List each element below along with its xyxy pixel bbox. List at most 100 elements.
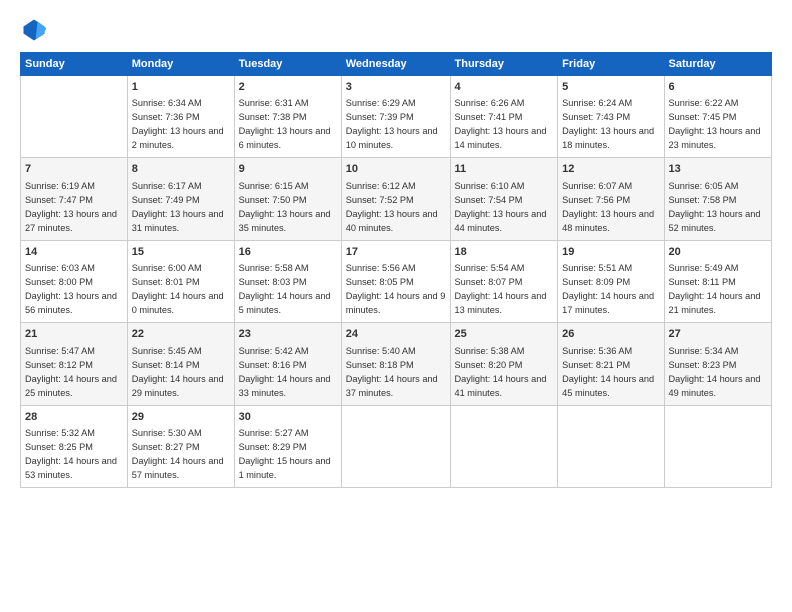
day-cell: 8 Sunrise: 6:17 AMSunset: 7:49 PMDaylight… <box>127 158 234 240</box>
day-cell: 28 Sunrise: 5:32 AMSunset: 8:25 PMDayligh… <box>21 405 128 487</box>
day-info: Sunrise: 6:05 AMSunset: 7:58 PMDaylight:… <box>669 181 761 233</box>
day-cell: 14 Sunrise: 6:03 AMSunset: 8:00 PMDayligh… <box>21 240 128 322</box>
day-cell: 9 Sunrise: 6:15 AMSunset: 7:50 PMDaylight… <box>234 158 341 240</box>
header-row: SundayMondayTuesdayWednesdayThursdayFrid… <box>21 53 772 76</box>
day-number: 5 <box>562 80 659 95</box>
day-info: Sunrise: 6:31 AMSunset: 7:38 PMDaylight:… <box>239 98 331 150</box>
day-cell: 22 Sunrise: 5:45 AMSunset: 8:14 PMDayligh… <box>127 323 234 405</box>
day-info: Sunrise: 5:45 AMSunset: 8:14 PMDaylight:… <box>132 346 224 398</box>
day-number: 10 <box>346 162 446 177</box>
day-cell: 15 Sunrise: 6:00 AMSunset: 8:01 PMDayligh… <box>127 240 234 322</box>
day-cell: 27Sunrise: 5:34 AMSunset: 8:23 PMDayligh… <box>664 323 772 405</box>
day-info: Sunrise: 6:22 AMSunset: 7:45 PMDaylight:… <box>669 98 761 150</box>
day-cell: 6Sunrise: 6:22 AMSunset: 7:45 PMDaylight… <box>664 76 772 158</box>
day-number: 4 <box>455 80 554 95</box>
day-number: 26 <box>562 327 659 342</box>
day-cell: 5 Sunrise: 6:24 AMSunset: 7:43 PMDaylight… <box>558 76 664 158</box>
day-info: Sunrise: 6:24 AMSunset: 7:43 PMDaylight:… <box>562 98 654 150</box>
header-cell-monday: Monday <box>127 53 234 76</box>
week-row-2: 7 Sunrise: 6:19 AMSunset: 7:47 PMDaylight… <box>21 158 772 240</box>
day-info: Sunrise: 5:36 AMSunset: 8:21 PMDaylight:… <box>562 346 654 398</box>
day-info: Sunrise: 6:34 AMSunset: 7:36 PMDaylight:… <box>132 98 224 150</box>
header-cell-friday: Friday <box>558 53 664 76</box>
day-info: Sunrise: 6:19 AMSunset: 7:47 PMDaylight:… <box>25 181 117 233</box>
day-number: 17 <box>346 245 446 260</box>
day-cell: 17 Sunrise: 5:56 AMSunset: 8:05 PMDayligh… <box>341 240 450 322</box>
day-info: Sunrise: 6:00 AMSunset: 8:01 PMDaylight:… <box>132 263 224 315</box>
day-cell: 10 Sunrise: 6:12 AMSunset: 7:52 PMDayligh… <box>341 158 450 240</box>
day-number: 24 <box>346 327 446 342</box>
day-cell: 20Sunrise: 5:49 AMSunset: 8:11 PMDayligh… <box>664 240 772 322</box>
day-info: Sunrise: 5:27 AMSunset: 8:29 PMDaylight:… <box>239 428 331 480</box>
day-cell: 1 Sunrise: 6:34 AMSunset: 7:36 PMDaylight… <box>127 76 234 158</box>
header-cell-tuesday: Tuesday <box>234 53 341 76</box>
day-cell <box>21 76 128 158</box>
day-number: 8 <box>132 162 230 177</box>
day-info: Sunrise: 6:29 AMSunset: 7:39 PMDaylight:… <box>346 98 438 150</box>
day-cell: 18 Sunrise: 5:54 AMSunset: 8:07 PMDayligh… <box>450 240 558 322</box>
day-cell: 25 Sunrise: 5:38 AMSunset: 8:20 PMDayligh… <box>450 323 558 405</box>
day-cell: 23 Sunrise: 5:42 AMSunset: 8:16 PMDayligh… <box>234 323 341 405</box>
day-info: Sunrise: 5:54 AMSunset: 8:07 PMDaylight:… <box>455 263 547 315</box>
day-info: Sunrise: 5:40 AMSunset: 8:18 PMDaylight:… <box>346 346 438 398</box>
day-info: Sunrise: 5:47 AMSunset: 8:12 PMDaylight:… <box>25 346 117 398</box>
day-info: Sunrise: 6:17 AMSunset: 7:49 PMDaylight:… <box>132 181 224 233</box>
day-cell: 11 Sunrise: 6:10 AMSunset: 7:54 PMDayligh… <box>450 158 558 240</box>
day-cell: 26 Sunrise: 5:36 AMSunset: 8:21 PMDayligh… <box>558 323 664 405</box>
day-number: 20 <box>669 245 768 260</box>
day-cell: 4Sunrise: 6:26 AMSunset: 7:41 PMDaylight… <box>450 76 558 158</box>
day-cell: 30 Sunrise: 5:27 AMSunset: 8:29 PMDayligh… <box>234 405 341 487</box>
day-cell: 29Sunrise: 5:30 AMSunset: 8:27 PMDayligh… <box>127 405 234 487</box>
day-info: Sunrise: 6:12 AMSunset: 7:52 PMDaylight:… <box>346 181 438 233</box>
logo <box>20 16 52 44</box>
day-number: 27 <box>669 327 768 342</box>
day-number: 28 <box>25 410 123 425</box>
calendar-table: SundayMondayTuesdayWednesdayThursdayFrid… <box>20 52 772 488</box>
day-number: 7 <box>25 162 123 177</box>
day-info: Sunrise: 5:56 AMSunset: 8:05 PMDaylight:… <box>346 263 446 315</box>
day-number: 22 <box>132 327 230 342</box>
day-number: 25 <box>455 327 554 342</box>
day-info: Sunrise: 5:51 AMSunset: 8:09 PMDaylight:… <box>562 263 654 315</box>
day-info: Sunrise: 5:58 AMSunset: 8:03 PMDaylight:… <box>239 263 331 315</box>
day-info: Sunrise: 6:03 AMSunset: 8:00 PMDaylight:… <box>25 263 117 315</box>
day-number: 30 <box>239 410 337 425</box>
day-number: 1 <box>132 80 230 95</box>
day-info: Sunrise: 6:07 AMSunset: 7:56 PMDaylight:… <box>562 181 654 233</box>
day-cell: 2 Sunrise: 6:31 AMSunset: 7:38 PMDaylight… <box>234 76 341 158</box>
day-number: 23 <box>239 327 337 342</box>
day-info: Sunrise: 6:10 AMSunset: 7:54 PMDaylight:… <box>455 181 547 233</box>
header-cell-thursday: Thursday <box>450 53 558 76</box>
day-number: 12 <box>562 162 659 177</box>
week-row-4: 21Sunrise: 5:47 AMSunset: 8:12 PMDayligh… <box>21 323 772 405</box>
day-info: Sunrise: 5:30 AMSunset: 8:27 PMDaylight:… <box>132 428 224 480</box>
day-number: 11 <box>455 162 554 177</box>
day-info: Sunrise: 5:42 AMSunset: 8:16 PMDaylight:… <box>239 346 331 398</box>
day-cell: 16Sunrise: 5:58 AMSunset: 8:03 PMDayligh… <box>234 240 341 322</box>
logo-icon <box>20 16 48 44</box>
day-cell: 13 Sunrise: 6:05 AMSunset: 7:58 PMDayligh… <box>664 158 772 240</box>
day-cell: 12 Sunrise: 6:07 AMSunset: 7:56 PMDayligh… <box>558 158 664 240</box>
header <box>20 16 772 44</box>
day-cell <box>341 405 450 487</box>
header-cell-sunday: Sunday <box>21 53 128 76</box>
day-cell <box>664 405 772 487</box>
day-cell: 24 Sunrise: 5:40 AMSunset: 8:18 PMDayligh… <box>341 323 450 405</box>
day-number: 18 <box>455 245 554 260</box>
day-cell: 21Sunrise: 5:47 AMSunset: 8:12 PMDayligh… <box>21 323 128 405</box>
week-row-3: 14 Sunrise: 6:03 AMSunset: 8:00 PMDayligh… <box>21 240 772 322</box>
week-row-1: 1 Sunrise: 6:34 AMSunset: 7:36 PMDaylight… <box>21 76 772 158</box>
day-number: 14 <box>25 245 123 260</box>
day-cell: 3 Sunrise: 6:29 AMSunset: 7:39 PMDaylight… <box>341 76 450 158</box>
day-number: 9 <box>239 162 337 177</box>
day-number: 2 <box>239 80 337 95</box>
day-cell: 19Sunrise: 5:51 AMSunset: 8:09 PMDayligh… <box>558 240 664 322</box>
day-info: Sunrise: 6:15 AMSunset: 7:50 PMDaylight:… <box>239 181 331 233</box>
day-number: 3 <box>346 80 446 95</box>
header-cell-saturday: Saturday <box>664 53 772 76</box>
day-number: 15 <box>132 245 230 260</box>
day-info: Sunrise: 5:38 AMSunset: 8:20 PMDaylight:… <box>455 346 547 398</box>
day-number: 13 <box>669 162 768 177</box>
header-cell-wednesday: Wednesday <box>341 53 450 76</box>
day-info: Sunrise: 5:32 AMSunset: 8:25 PMDaylight:… <box>25 428 117 480</box>
